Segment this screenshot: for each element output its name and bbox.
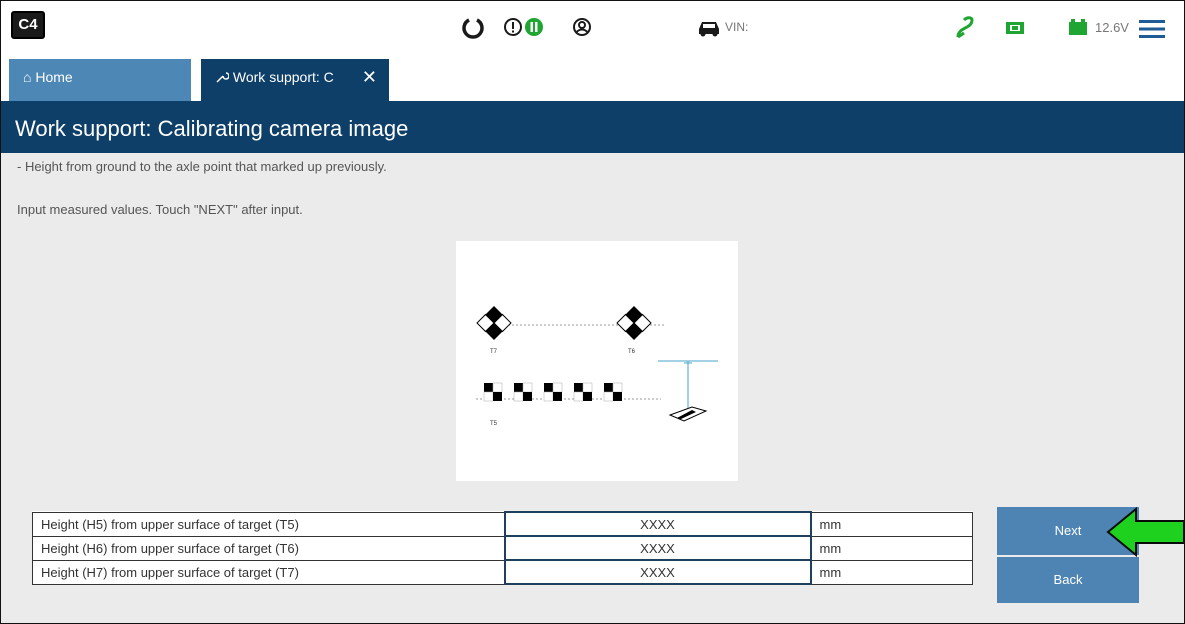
car-icon (699, 22, 719, 37)
h6-input[interactable]: XXXX (503, 535, 812, 561)
calibration-diagram: T7 T6 T5 (456, 241, 738, 481)
label-t7: T7 (490, 349, 498, 355)
vin-label: VIN: (725, 20, 749, 34)
h5-label: Height (H5) from upper surface of target… (32, 511, 505, 537)
measurement-table: Height (H5) from upper surface of target… (32, 511, 973, 585)
h7-input[interactable]: XXXX (503, 559, 812, 585)
height-indicator (658, 360, 718, 422)
table-row: Height (H5) from upper surface of target… (32, 511, 973, 537)
app-logo: C4 (11, 11, 45, 39)
user-icon[interactable] (572, 17, 592, 37)
back-button[interactable]: Back (997, 557, 1139, 603)
top-bar: C4 VIN: 12.6V (1, 1, 1184, 59)
voltage-readout: 12.6V (1095, 20, 1129, 35)
target-layout-illustration: T7 T6 T5 (476, 306, 718, 427)
h6-unit: mm (810, 535, 973, 561)
close-icon[interactable]: ✕ (362, 59, 377, 95)
green-arrow-icon (1106, 506, 1184, 558)
tab-bar: ⌂ Home Work support: C ✕ (1, 59, 1184, 101)
page-header: Work support: Calibrating camera image (1, 101, 1184, 153)
app-window: C4 VIN: 12.6V ⌂ Home Work support: C ✕ W… (0, 0, 1185, 624)
tab-work-support[interactable]: Work support: C ✕ (201, 59, 389, 101)
label-t6: T6 (628, 349, 636, 355)
target-t7 (476, 306, 512, 340)
signal-icon[interactable] (955, 15, 975, 39)
menu-icon[interactable] (1139, 19, 1165, 39)
instruction-height-note: - Height from ground to the axle point t… (17, 159, 387, 174)
page-title: Work support: Calibrating camera image (15, 116, 409, 141)
vci-icon[interactable] (1005, 20, 1025, 36)
tab-home-label: Home (35, 69, 73, 85)
table-row: Height (H7) from upper surface of target… (32, 559, 973, 585)
home-icon: ⌂ (23, 69, 32, 85)
label-t5: T5 (490, 421, 498, 427)
target-t6 (616, 306, 652, 340)
refresh-icon[interactable] (460, 15, 486, 41)
alert-icon[interactable] (503, 17, 523, 37)
h7-unit: mm (810, 559, 973, 585)
wrench-icon (216, 72, 230, 83)
tab-home[interactable]: ⌂ Home (9, 59, 191, 101)
h5-input[interactable]: XXXX (503, 511, 812, 537)
h6-label: Height (H6) from upper surface of target… (32, 535, 505, 561)
pause-icon[interactable] (524, 17, 544, 37)
battery-icon (1069, 19, 1087, 35)
tab-work-support-label: Work support: C (232, 69, 334, 85)
table-row: Height (H6) from upper surface of target… (32, 535, 973, 561)
target-t5 (483, 382, 623, 402)
instruction-input-note: Input measured values. Touch "NEXT" afte… (17, 202, 303, 217)
h7-label: Height (H7) from upper surface of target… (32, 559, 505, 585)
h5-unit: mm (810, 511, 973, 537)
